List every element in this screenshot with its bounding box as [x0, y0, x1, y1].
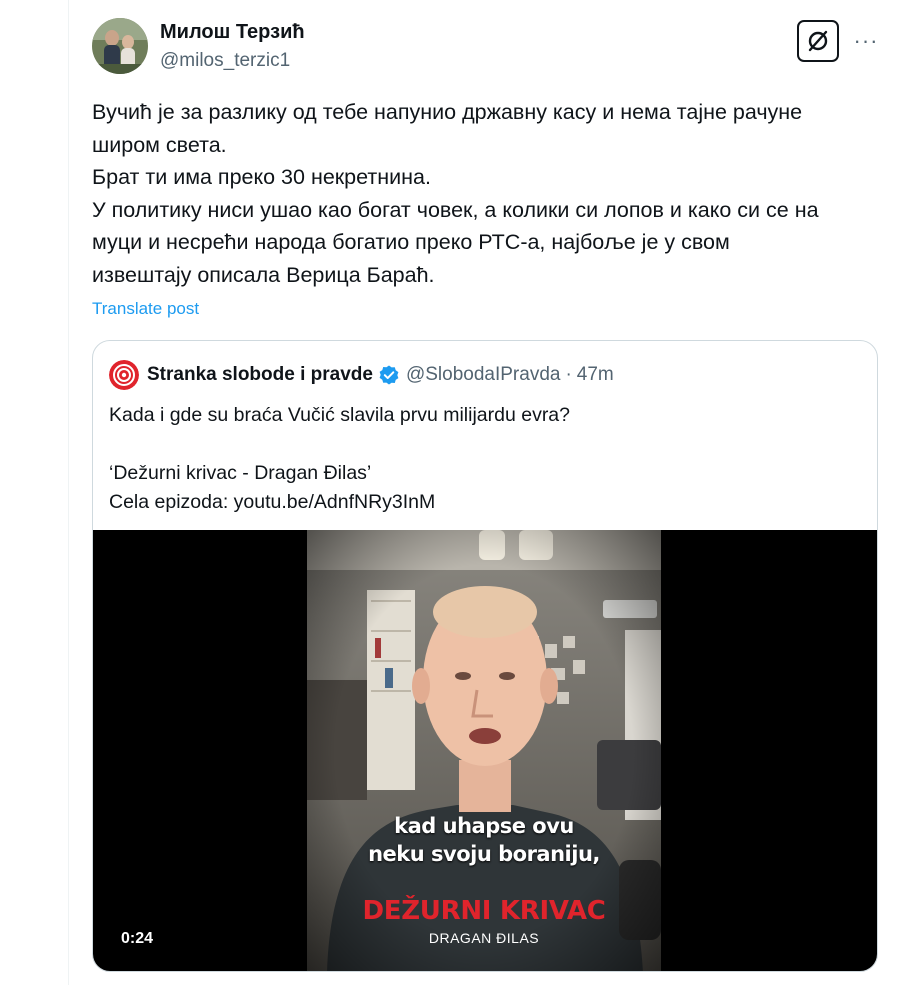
video-subtitle-line: kad uhapse ovu	[394, 814, 574, 838]
author-name[interactable]: Милош Терзић	[160, 21, 305, 44]
post-header: Милош Терзић @milos_terzic1 ···	[92, 18, 882, 78]
post-text-line: извештају описала Верица Бараћ.	[92, 262, 435, 287]
slashed-circle-icon	[808, 30, 828, 52]
quoted-text-line: ‘Dežurni krivac - Dragan Đilas’	[109, 462, 372, 484]
translate-post-link[interactable]: Translate post	[92, 299, 199, 319]
grok-button[interactable]	[797, 20, 839, 62]
party-logo-icon[interactable]	[109, 360, 139, 390]
post-body: Вучић је за разлику од тебе напунио држа…	[92, 96, 882, 291]
post-text-line: Брат ти има преко 30 некретнина.	[92, 165, 431, 189]
author-handle[interactable]: @milos_terzic1	[160, 50, 290, 72]
video-subtitle-line: neku svoju boraniju,	[368, 842, 600, 866]
quoted-text-line: Kada i gde su braća Vučić slavila prvu m…	[109, 404, 571, 426]
post-text-line: У политику ниси ушао као богат човек, а …	[92, 197, 819, 222]
more-options-button[interactable]: ···	[850, 20, 882, 62]
more-dots-icon: ···	[853, 28, 879, 53]
quoted-text-line	[109, 430, 859, 459]
video-brand-subtitle: DRAGAN ĐILAS	[428, 930, 540, 946]
video-duration: 0:24	[121, 930, 154, 947]
post-text-line: муци и несрећи народа богатио преко РТС-…	[92, 230, 730, 254]
video-player[interactable]: kad uhapse ovu neku svoju boraniju, DEŽU…	[93, 530, 877, 971]
verified-badge-icon	[379, 365, 399, 385]
author-avatar[interactable]	[92, 18, 148, 74]
post-text-line: широм света.	[92, 132, 227, 157]
quoted-author-handle[interactable]: @SlobodaIPravda	[406, 364, 561, 386]
quoted-post-header: Stranka slobode i pravde @SlobodaIPravda…	[109, 359, 614, 391]
separator-dot: ·	[565, 364, 572, 385]
timeline-divider	[68, 0, 69, 985]
quoted-author-name[interactable]: Stranka slobode i pravde	[147, 364, 373, 386]
quoted-post-card[interactable]: Stranka slobode i pravde @SlobodaIPravda…	[92, 340, 878, 972]
quoted-post-time[interactable]: 47m	[577, 364, 614, 386]
video-brand-title: DEŽURNI KRIVAC	[362, 896, 606, 926]
post-text-line: Вучић је за разлику од тебе напунио држа…	[92, 100, 803, 124]
quoted-text-line: Cela epizoda: youtu.be/AdnfNRy3InM	[109, 491, 436, 513]
quoted-post-body: Kada i gde su braća Vučić slavila prvu m…	[109, 401, 859, 517]
